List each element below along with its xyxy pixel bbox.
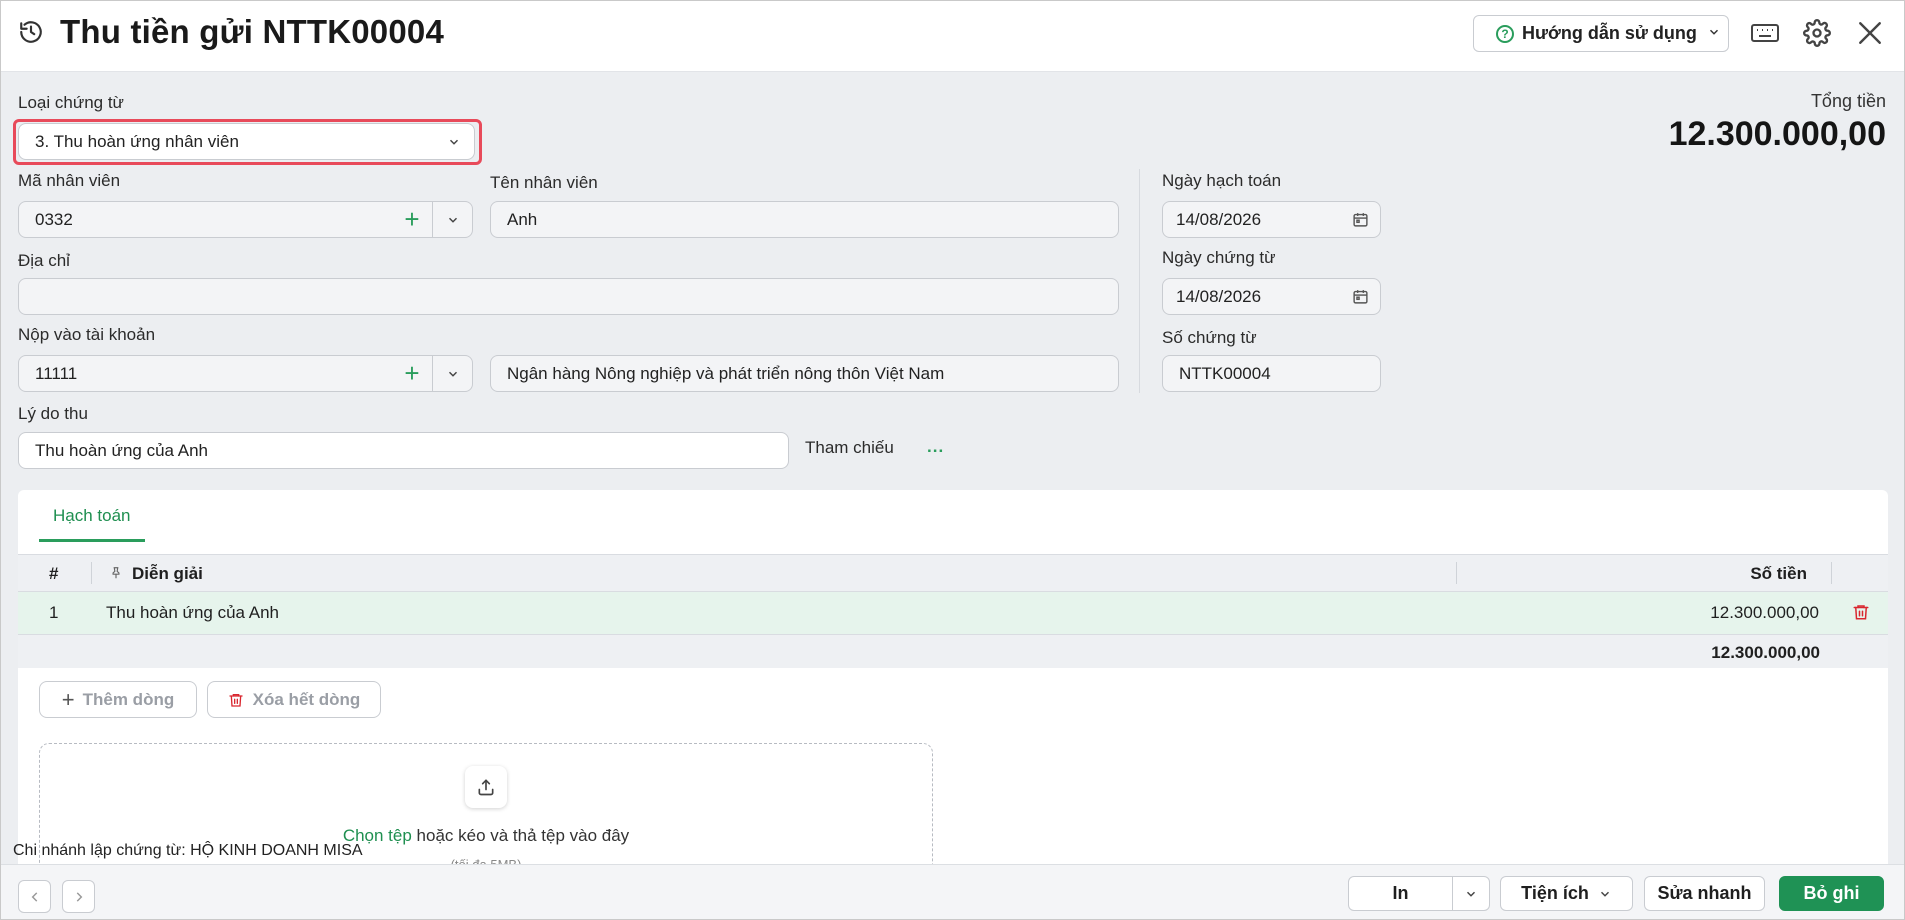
employee-code-value: 0332 (35, 209, 73, 229)
help-icon: ? (1496, 24, 1514, 43)
add-row-button[interactable]: + Thêm dòng (39, 681, 197, 718)
doc-type-label: Loại chứng từ (18, 93, 124, 112)
row-description: Thu hoàn ứng của Anh (106, 603, 280, 622)
footer-bar: In Tiện ích Sửa nhanh Bỏ ghi (1, 864, 1904, 919)
row-index: 1 (49, 603, 59, 622)
branch-info: Chi nhánh lập chứng từ: HỘ KINH DOANH MI… (13, 842, 363, 859)
reason-value: Thu hoàn ứng của Anh (35, 440, 209, 460)
doc-number-label: Số chứng từ (1162, 328, 1257, 347)
add-icon[interactable]: + (392, 358, 432, 389)
chevron-down-icon[interactable] (432, 202, 472, 237)
calendar-icon[interactable] (1340, 211, 1380, 228)
clear-rows-label: Xóa hết dòng (252, 689, 361, 709)
print-options-button[interactable] (1452, 876, 1490, 911)
print-button[interactable]: In (1348, 876, 1453, 911)
employee-name-label: Tên nhân viên (490, 173, 598, 192)
employee-code-label: Mã nhân viên (18, 171, 121, 190)
reason-label: Lý do thu (18, 404, 88, 423)
next-button[interactable] (62, 880, 95, 913)
reference-label: Tham chiếu (805, 438, 894, 457)
posting-date-field[interactable]: 14/08/2026 (1162, 201, 1381, 238)
chevron-down-icon (1598, 887, 1612, 901)
table-total: 12.300.000,00 (1711, 643, 1820, 662)
posting-date-label: Ngày hạch toán (1162, 171, 1282, 190)
col-divider (91, 562, 92, 584)
add-icon[interactable]: + (392, 204, 432, 235)
employee-code-field[interactable]: 0332 + (18, 201, 473, 238)
utilities-label: Tiện ích (1521, 883, 1589, 903)
table-row[interactable]: 1 Thu hoàn ứng của Anh 12.300.000,00 (18, 592, 1888, 635)
address-field[interactable] (18, 278, 1119, 315)
row-amount: 12.300.000,00 (1710, 603, 1819, 622)
tab-accounting[interactable]: Hạch toán (39, 490, 145, 542)
doc-date-field[interactable]: 14/08/2026 (1162, 278, 1381, 315)
account-field[interactable]: 11111 + (18, 355, 473, 392)
doc-number-field[interactable]: NTTK00004 (1162, 355, 1381, 392)
posting-date-value: 14/08/2026 (1176, 209, 1262, 229)
bank-name-value: Ngân hàng Nông nghiệp và phát triển nông… (507, 363, 945, 383)
page-title: Thu tiền gửi NTTK00004 (60, 13, 445, 50)
pin-icon[interactable] (109, 565, 123, 586)
col-divider (1456, 562, 1457, 584)
history-icon[interactable] (18, 19, 44, 45)
unpost-button[interactable]: Bỏ ghi (1779, 876, 1884, 911)
bank-name-field[interactable]: Ngân hàng Nông nghiệp và phát triển nông… (490, 355, 1119, 392)
help-button[interactable]: ? Hướng dẫn sử dụng (1473, 15, 1729, 52)
total-label: Tổng tiền (1810, 91, 1886, 111)
delete-icon (228, 691, 244, 709)
voucher-window: Thu tiền gửi NTTK00004 ? Hướng dẫn sử dụ… (0, 0, 1905, 920)
highlight-box (13, 119, 482, 165)
doc-number-value: NTTK00004 (1179, 363, 1271, 383)
reason-field[interactable]: Thu hoàn ứng của Anh (18, 432, 789, 469)
col-index: # (49, 564, 59, 583)
doc-date-label: Ngày chứng từ (1162, 248, 1276, 267)
table-total-row: 12.300.000,00 (18, 635, 1888, 668)
plus-icon: + (61, 686, 75, 712)
drop-instruction: hoặc kéo và thả tệp vào đây (411, 826, 630, 845)
add-row-label: Thêm dòng (82, 689, 175, 709)
col-divider (1831, 562, 1832, 584)
col-description: Diễn giải (132, 564, 203, 583)
total-amount: 12.300.000,00 (1668, 115, 1886, 153)
utilities-button[interactable]: Tiện ích (1500, 876, 1633, 911)
account-label: Nộp vào tài khoản (18, 325, 156, 344)
employee-name-value: Anh (507, 209, 538, 229)
previous-button[interactable] (18, 880, 51, 913)
table-header: # Diễn giải Số tiền (18, 554, 1888, 592)
help-label: Hướng dẫn sử dụng (1522, 23, 1697, 43)
close-icon[interactable] (1855, 18, 1885, 48)
calendar-icon[interactable] (1340, 288, 1380, 305)
col-amount: Số tiền (1750, 564, 1807, 583)
chevron-down-icon (1707, 23, 1721, 44)
address-label: Địa chỉ (18, 251, 70, 270)
chevron-down-icon[interactable] (432, 356, 472, 391)
gear-icon[interactable] (1802, 18, 1832, 48)
doc-date-value: 14/08/2026 (1176, 286, 1262, 306)
header-bar: Thu tiền gửi NTTK00004 ? Hướng dẫn sử dụ… (1, 1, 1904, 72)
keyboard-icon[interactable] (1750, 18, 1780, 48)
upload-icon[interactable] (465, 766, 507, 808)
delete-icon[interactable] (1852, 602, 1870, 627)
clear-rows-button[interactable]: Xóa hết dòng (207, 681, 381, 718)
column-divider (1139, 169, 1140, 393)
reference-more-button[interactable]: ... (927, 437, 944, 457)
accounting-panel: Hạch toán # Diễn giải Số tiền 1 Thu hoàn… (18, 490, 1888, 900)
quick-edit-button[interactable]: Sửa nhanh (1644, 876, 1765, 911)
account-value: 11111 (35, 363, 78, 383)
employee-name-field[interactable]: Anh (490, 201, 1119, 238)
